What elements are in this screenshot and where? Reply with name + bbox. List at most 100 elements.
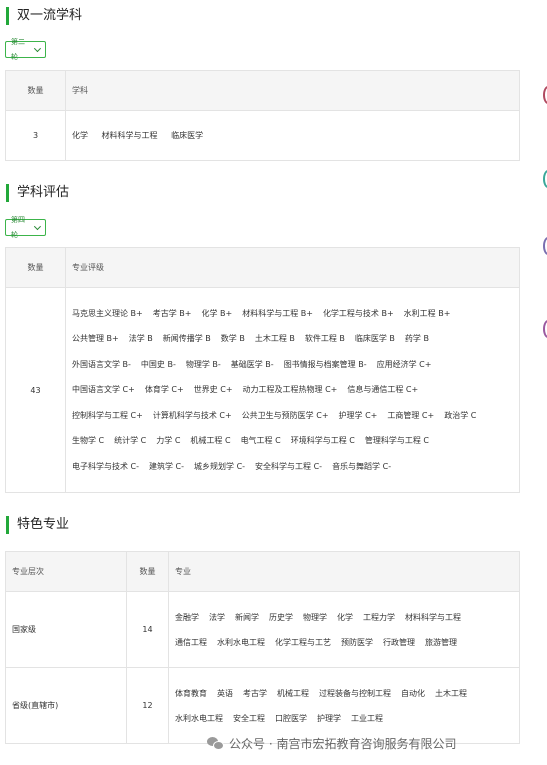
subject-tag: 电气工程 C — [240, 436, 281, 446]
subject-tag: 基础医学 B- — [230, 359, 274, 369]
chevron-down-icon — [34, 222, 42, 230]
tag-line: 公共管理 B+ 法学 B 新闻传播学 B 数学 B 土木工程 B 软件工程 B 临床医学 B… — [72, 326, 513, 352]
subject-tag: 图书情报与档案管理 B- — [283, 359, 367, 369]
subject-tag: 物理学 — [303, 612, 327, 622]
subject-tag: 材料科学与工程 — [101, 131, 158, 140]
level-cell: 国家级 — [5, 591, 127, 668]
tag-line: 水利水电工程 安全工程 口腔医学 护理学 工业工程 — [175, 706, 513, 731]
subject-tag: 安全科学与工程 C- — [255, 461, 323, 471]
tag-line: 生物学 C 统计学 C 力学 C 机械工程 C 电气工程 C 环境科学与工程 C 管理科学与… — [72, 428, 513, 454]
round-select-value: 第二轮 — [11, 37, 25, 61]
table-row: 3 化学 材料科学与工程 临床医学 — [5, 110, 520, 161]
subject-tag: 城乡规划学 C- — [194, 461, 246, 471]
subject-tag: 化学 — [337, 612, 353, 622]
subjects-cell: 化学 材料科学与工程 临床医学 — [65, 110, 520, 161]
subject-tag: 安全工程 — [233, 713, 265, 723]
eval-table: 数量 专业评级 43 马克思主义理论 B+ 考古学 B+ 化学 B+ 材料科学与工程 … — [5, 247, 520, 493]
subject-tag: 应用经济学 C+ — [376, 359, 432, 369]
subject-tag: 旅游管理 — [425, 637, 457, 647]
subject-tag: 水利水电工程 — [217, 637, 265, 647]
subject-tag: 土木工程 — [435, 688, 467, 698]
subject-tag: 世界史 C+ — [193, 385, 233, 395]
majors-cell: 金融学 法学 新闻学 历史学 物理学 化学 工程力学 材料科学与工程 通信工程 水利水电工程 化学工… — [168, 591, 520, 668]
subject-tag: 管理科学与工程 C — [364, 436, 429, 446]
subject-tag: 机械工程 — [277, 688, 309, 698]
side-float-icon[interactable] — [543, 170, 547, 188]
subject-tag: 公共管理 B+ — [72, 334, 119, 344]
majors-list: 体育教育 英语 考古学 机械工程 过程装备与控制工程 自动化 土木工程 水利水电工程 安全工程口… — [175, 681, 513, 731]
subject-tag: 水利工程 B+ — [403, 308, 451, 318]
tag-line: 电子科学与技术 C- 建筑学 C- 城乡规划学 C- 安全科学与工程 C- 音乐与舞蹈学… — [72, 454, 513, 480]
subject-tag: 数学 B — [220, 334, 245, 344]
subject-tag: 信息与通信工程 C+ — [347, 385, 419, 395]
tag-line: 通信工程 水利水电工程 化学工程与工艺 预防医学 行政管理 旅游管理 — [175, 630, 513, 655]
subject-tag: 法学 — [209, 612, 225, 622]
side-float-icon[interactable] — [543, 86, 547, 104]
subject-tag: 力学 C — [156, 436, 181, 446]
subject-tag: 材料科学与工程 — [405, 612, 461, 622]
column-header-count: 数量 — [5, 70, 66, 111]
subject-tag: 公共卫生与预防医学 C+ — [241, 410, 329, 420]
subject-tag: 英语 — [217, 688, 233, 698]
subject-tag: 行政管理 — [383, 637, 415, 647]
column-header-count: 数量 — [126, 551, 169, 592]
subject-tag: 材料科学与工程 B+ — [242, 308, 313, 318]
subject-tag: 建筑学 C- — [149, 461, 185, 471]
subject-tag: 金融学 — [175, 612, 199, 622]
tag-line: 外国语言文学 B- 中国史 B- 物理学 B- 基础医学 B- 图书情报与档案管理 B-… — [72, 352, 513, 378]
subject-tag: 历史学 — [269, 612, 293, 622]
ratings-list: 马克思主义理论 B+ 考古学 B+ 化学 B+ 材料科学与工程 B+ 化学工程与技术 B… — [72, 301, 513, 480]
subject-tag: 口腔医学 — [275, 713, 307, 723]
section-title-tese: 特色专业 — [6, 516, 69, 534]
tag-line: 控制科学与工程 C+ 计算机科学与技术 C+ 公共卫生与预防医学 C+ 护理学 C+ 工… — [72, 403, 513, 429]
count-cell: 14 — [126, 591, 169, 668]
subject-tag: 电子科学与技术 C- — [72, 461, 140, 471]
subject-tag: 化学 B+ — [201, 308, 233, 318]
column-header-major: 专业 — [168, 551, 520, 592]
section-title-eval: 学科评估 — [6, 184, 69, 202]
subject-tag: 软件工程 B — [304, 334, 345, 344]
subject-tag: 物理学 B- — [185, 359, 221, 369]
round-select-eval[interactable]: 第四轮 — [5, 216, 46, 239]
subject-tag: 中国史 B- — [140, 359, 176, 369]
round-select-syl[interactable]: 第二轮 — [5, 38, 46, 61]
subject-tag: 计算机科学与技术 C+ — [152, 410, 232, 420]
level-cell: 省级(直辖市) — [5, 667, 127, 744]
tese-table: 专业层次 数量 专业 国家级 14 金融学 法学 新闻学 历史学 物理学 化学 工程力学 材料… — [5, 551, 520, 744]
subject-tag: 工业工程 — [351, 713, 383, 723]
subject-tag: 中国语言文学 C+ — [72, 385, 135, 395]
subject-tag: 预防医学 — [341, 637, 373, 647]
table-header-row: 数量 专业评级 — [5, 247, 520, 288]
column-header-level: 专业层次 — [5, 551, 127, 592]
subject-tag: 护理学 — [317, 713, 341, 723]
tag-line: 中国语言文学 C+ 体育学 C+ 世界史 C+ 动力工程及工程热物理 C+ 信息与通信工… — [72, 377, 513, 403]
subject-tag: 马克思主义理论 B+ — [72, 308, 143, 318]
subject-tag: 统计学 C — [114, 436, 147, 446]
round-select-value: 第四轮 — [11, 215, 25, 239]
subject-tag: 临床医学 B — [354, 334, 395, 344]
chevron-down-icon — [34, 44, 42, 52]
syl-table: 数量 学科 3 化学 材料科学与工程 临床医学 — [5, 70, 520, 161]
tag-line: 金融学 法学 新闻学 历史学 物理学 化学 工程力学 材料科学与工程 — [175, 605, 513, 630]
subject-tag: 法学 B — [128, 334, 153, 344]
subject-tag: 政治学 C — [444, 410, 477, 420]
subject-tag: 机械工程 C — [190, 436, 231, 446]
subject-tag: 化学工程与工艺 — [275, 637, 331, 647]
table-row: 省级(直辖市) 12 体育教育 英语 考古学 机械工程 过程装备与控制工程 自动化 土木工程… — [5, 667, 520, 744]
table-header-row: 数量 学科 — [5, 70, 520, 111]
subject-tag: 工程力学 — [363, 612, 395, 622]
subject-tag: 过程装备与控制工程 — [319, 688, 391, 698]
side-float-icon[interactable] — [543, 320, 547, 338]
watermark: 公众号 · 南宫市宏拓教育咨询服务有限公司 — [207, 734, 456, 752]
table-row: 国家级 14 金融学 法学 新闻学 历史学 物理学 化学 工程力学 材料科学与工程 通信工程 水利… — [5, 591, 520, 668]
subject-tag: 外国语言文学 B- — [72, 359, 131, 369]
subject-tag: 生物学 C — [72, 436, 105, 446]
tag-line: 体育教育 英语 考古学 机械工程 过程装备与控制工程 自动化 土木工程 — [175, 681, 513, 706]
table-header-row: 专业层次 数量 专业 — [5, 551, 520, 592]
subject-tag: 环境科学与工程 C — [290, 436, 355, 446]
subject-tag: 药学 B — [404, 334, 429, 344]
watermark-text: 公众号 · 南宫市宏拓教育咨询服务有限公司 — [229, 736, 457, 751]
subject-tag: 新闻传播学 B — [162, 334, 211, 344]
subject-tag: 新闻学 — [235, 612, 259, 622]
side-float-icon[interactable] — [543, 237, 547, 255]
